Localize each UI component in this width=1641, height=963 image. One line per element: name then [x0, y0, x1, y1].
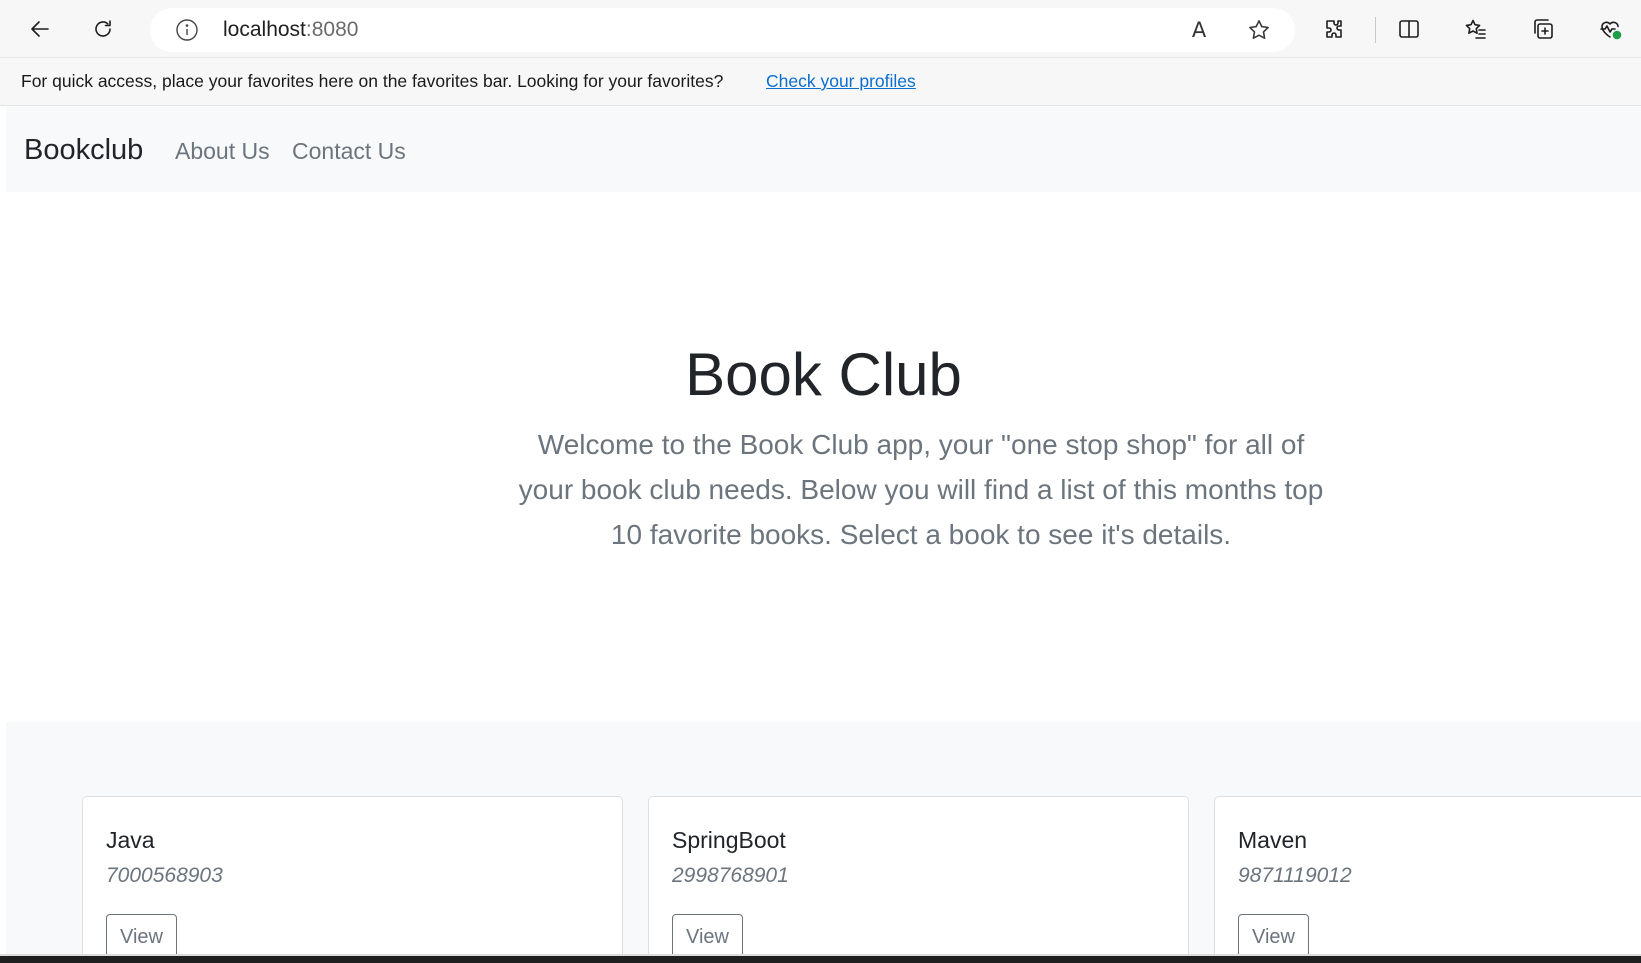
nav-about-us[interactable]: About Us: [175, 138, 270, 165]
nav-contact-us[interactable]: Contact Us: [292, 138, 406, 165]
browser-toolbar: localhost:8080 A: [0, 0, 1641, 58]
extensions-icon: [1326, 20, 1342, 38]
window-bottom-edge: [0, 956, 1641, 963]
split-screen-icon: [1399, 20, 1419, 38]
url-port: :8080: [305, 18, 359, 41]
book-title: SpringBoot: [672, 827, 786, 853]
address-bar[interactable]: localhost:8080 A: [150, 8, 1295, 52]
back-button[interactable]: [21, 10, 59, 48]
brand-link[interactable]: Bookclub: [24, 134, 143, 167]
book-card: SpringBoot 2998768901 View: [648, 796, 1189, 956]
split-screen-button[interactable]: [1390, 10, 1428, 48]
url-host: localhost: [223, 18, 306, 41]
book-title: Maven: [1238, 827, 1308, 853]
read-aloud-icon: A: [1191, 18, 1207, 42]
view-book-button[interactable]: View: [1238, 914, 1309, 956]
book-card: Maven 9871119012 View: [1214, 796, 1641, 956]
collections-button[interactable]: [1524, 10, 1562, 48]
page-viewport: Bookclub About Us Contact Us Book Club W…: [6, 107, 1641, 956]
favorite-star-icon: [1249, 20, 1269, 39]
view-book-button[interactable]: View: [672, 914, 743, 956]
hero-title: Book Club: [685, 341, 962, 408]
favorites-bar: For quick access, place your favorites h…: [0, 58, 1641, 106]
book-title: Java: [106, 827, 155, 853]
add-favorite-button[interactable]: [1245, 16, 1273, 44]
hero-lead: Welcome to the Book Club app, your "one …: [518, 429, 1324, 550]
site-info-icon: [176, 19, 198, 41]
book-isbn: 9871119012: [1238, 864, 1352, 887]
toolbar-divider: [1375, 17, 1376, 43]
read-aloud-button[interactable]: A: [1185, 16, 1213, 44]
extensions-button[interactable]: [1315, 10, 1353, 48]
favorites-icon: [1465, 19, 1486, 39]
book-isbn: 7000568903: [106, 864, 223, 887]
refresh-button[interactable]: [84, 10, 122, 48]
browser-essentials-icon: [1600, 21, 1622, 40]
view-book-button[interactable]: View: [106, 914, 177, 956]
collections-icon: [1534, 19, 1553, 39]
favorites-button[interactable]: [1457, 10, 1495, 48]
browser-essentials-button[interactable]: [1591, 10, 1629, 48]
url-text[interactable]: localhost:8080: [223, 18, 358, 42]
book-list: Java 7000568903 View SpringBoot 29987689…: [6, 722, 1641, 956]
back-icon: [31, 21, 49, 37]
hero-section: Book Club Welcome to the Book Club app, …: [6, 192, 1641, 722]
book-card: Java 7000568903 View: [82, 796, 623, 956]
check-profiles-link[interactable]: Check your profiles: [766, 71, 916, 92]
book-isbn: 2998768901: [672, 864, 789, 887]
refresh-icon: [95, 20, 111, 37]
site-navbar: Bookclub About Us Contact Us: [6, 107, 1641, 192]
favorites-bar-message: For quick access, place your favorites h…: [21, 71, 724, 91]
site-info-button[interactable]: [174, 17, 200, 43]
